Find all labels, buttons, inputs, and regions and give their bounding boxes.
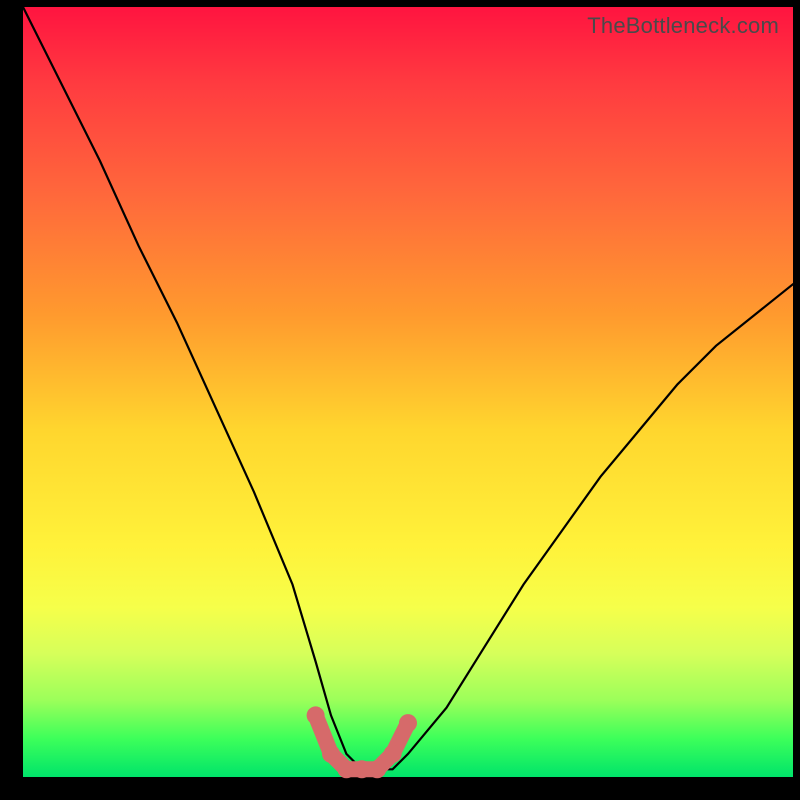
trough-dot — [322, 745, 340, 763]
trough-dot — [399, 714, 417, 732]
bottleneck-curve — [23, 7, 793, 777]
chart-frame: TheBottleneck.com — [0, 0, 800, 800]
trough-dot — [353, 760, 371, 778]
curve-path — [23, 7, 793, 769]
watermark-text: TheBottleneck.com — [587, 13, 779, 39]
trough-dot — [307, 706, 325, 724]
plot-area: TheBottleneck.com — [23, 7, 793, 777]
trough-dot — [368, 760, 386, 778]
trough-dot — [337, 760, 355, 778]
trough-dot — [384, 745, 402, 763]
